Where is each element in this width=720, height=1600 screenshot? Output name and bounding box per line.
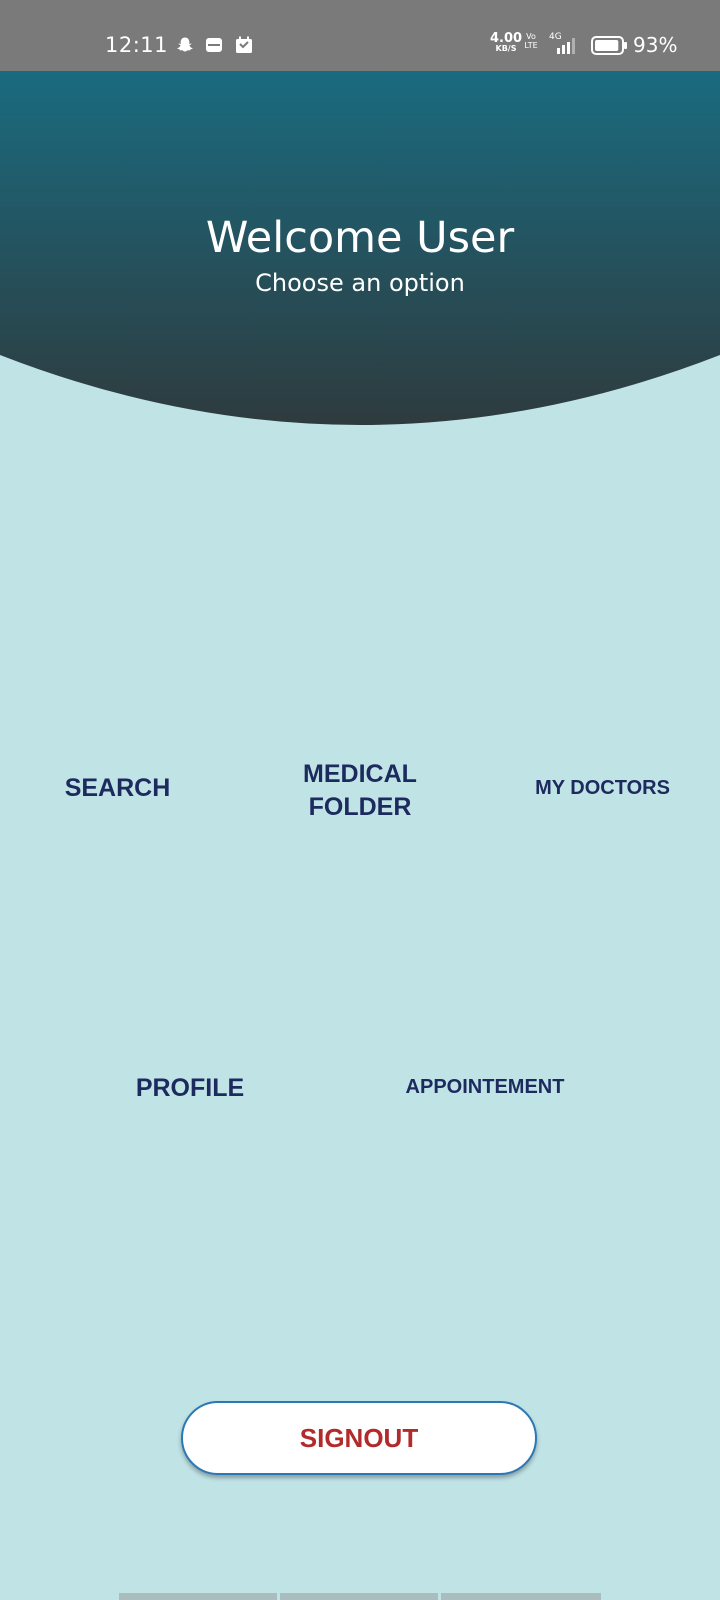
welcome-title: Welcome User bbox=[205, 213, 515, 263]
volte-top: Vo bbox=[526, 32, 536, 41]
profile-option[interactable]: PROFILE bbox=[110, 1074, 270, 1103]
bottom-bar-segment bbox=[119, 1593, 277, 1600]
welcome-subtitle: Choose an option bbox=[255, 269, 465, 297]
bottom-bar-segment bbox=[280, 1593, 438, 1600]
appointment-option[interactable]: APPOINTEMENT bbox=[390, 1076, 580, 1099]
network-speed-unit: KB/S bbox=[495, 44, 517, 53]
bottom-bar-segment bbox=[441, 1593, 601, 1600]
snapchat-icon bbox=[177, 37, 193, 52]
status-bar: 12:11 4.00 KB/S Vo LTE 4G 93% bbox=[0, 0, 720, 71]
medical-folder-line2: FOLDER bbox=[308, 793, 412, 821]
battery-icon bbox=[591, 36, 627, 55]
status-time: 12:11 bbox=[105, 33, 169, 57]
volte-indicator: Vo LTE bbox=[524, 32, 538, 51]
calendar-icon bbox=[236, 36, 252, 53]
my-doctors-option[interactable]: MY DOCTORS bbox=[520, 777, 685, 800]
medical-folder-option[interactable]: MEDICAL FOLDER bbox=[275, 758, 445, 824]
search-option[interactable]: SEARCH bbox=[40, 774, 195, 803]
network-speed: 4.00 KB/S bbox=[490, 32, 522, 53]
signout-button[interactable]: SIGNOUT bbox=[181, 1401, 537, 1475]
signal-icon bbox=[557, 38, 575, 54]
battery-percent: 93% bbox=[633, 33, 678, 57]
mail-icon bbox=[206, 38, 222, 52]
medical-folder-line1: MEDICAL bbox=[303, 760, 417, 788]
volte-bottom: LTE bbox=[524, 40, 538, 50]
